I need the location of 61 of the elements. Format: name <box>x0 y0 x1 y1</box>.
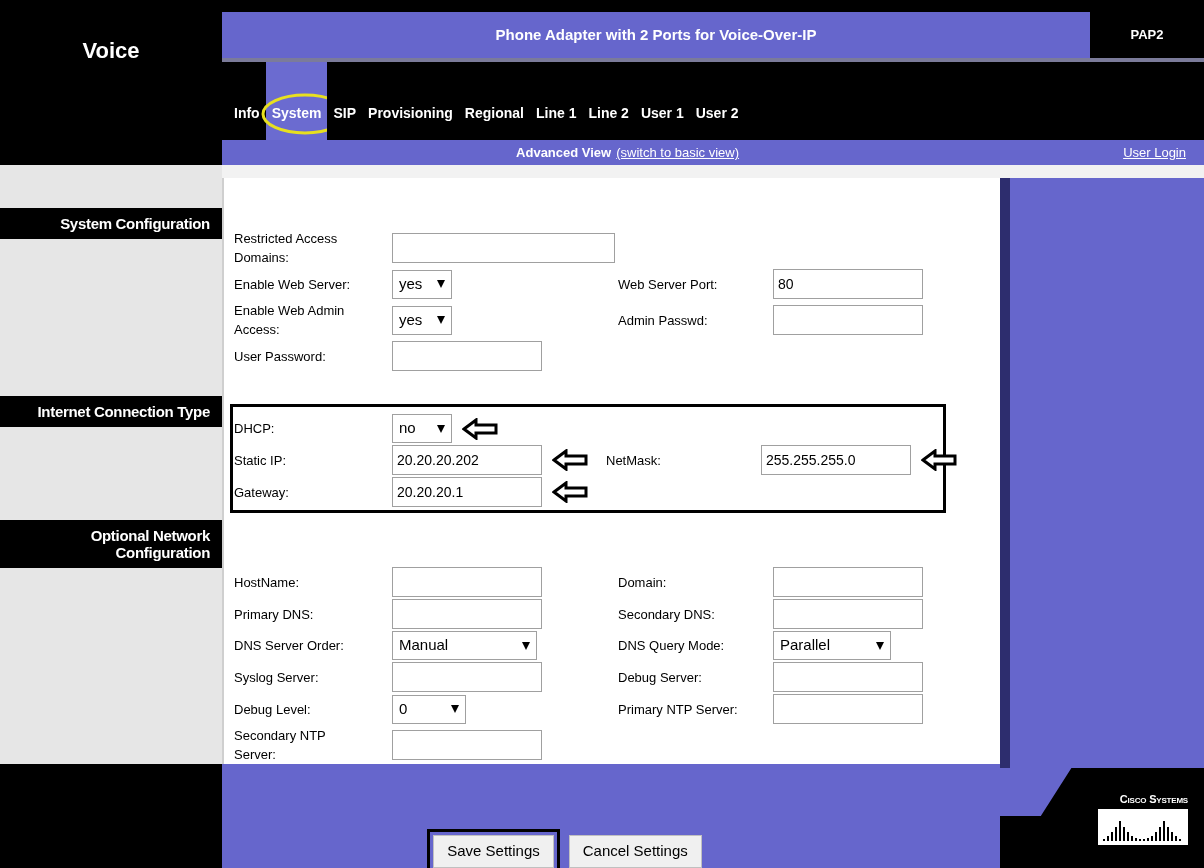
field-label: NetMask: <box>605 451 662 470</box>
field-label: DNS Query Mode: <box>617 637 726 655</box>
model-name: PAP2 <box>1130 26 1164 45</box>
dropdown[interactable]: Manual <box>392 631 537 660</box>
field-label: Gateway: <box>234 483 290 502</box>
section-title: Voice <box>82 37 140 65</box>
field-label: Static IP: <box>234 451 288 470</box>
dropdown[interactable]: yes <box>392 269 452 299</box>
caret-icon <box>522 641 530 650</box>
field-label: Web Server Port: <box>617 275 719 294</box>
text-field[interactable]: 20.20.20.202 <box>392 445 542 475</box>
field-label: Syslog Server: <box>234 668 320 687</box>
dropdown[interactable]: no <box>392 414 452 443</box>
text-field[interactable] <box>773 305 923 335</box>
text-field[interactable] <box>773 567 923 597</box>
caret-icon <box>437 424 445 433</box>
field-label: Debug Server: <box>617 668 703 687</box>
text-field[interactable]: 80 <box>773 269 923 299</box>
field-label: Primary DNS: <box>234 605 315 624</box>
section-heading: Internet Connection Type <box>36 402 210 422</box>
text-field[interactable] <box>392 567 542 597</box>
text-field[interactable] <box>773 694 923 724</box>
caret-icon <box>451 705 459 713</box>
text-field[interactable] <box>392 662 542 692</box>
field-label: Enable Web Server: <box>234 275 352 294</box>
view-label: Advanced View <box>516 143 612 162</box>
field-label: Enable Web Admin Access: <box>234 302 346 339</box>
section-heading: Optional Network Configuration <box>89 526 210 563</box>
field-label: Primary NTP Server: <box>617 700 739 719</box>
logo-text: Cisco Systems <box>1119 791 1188 807</box>
text-field[interactable] <box>773 662 923 692</box>
form-button[interactable]: Save Settings <box>433 835 554 868</box>
text-field[interactable] <box>392 341 542 371</box>
field-label: Restricted Access Domains: <box>234 230 339 267</box>
text-field[interactable] <box>392 233 615 263</box>
field-label: Debug Level: <box>234 700 312 719</box>
text-field[interactable] <box>392 730 542 760</box>
text-field[interactable]: 20.20.20.1 <box>392 477 542 507</box>
dropdown[interactable]: yes <box>392 305 452 335</box>
page-title: Phone Adapter with 2 Ports for Voice-Over-IP <box>495 24 817 45</box>
switch-view-link[interactable]: (switch to basic view) <box>616 142 740 163</box>
section-heading: System Configuration <box>59 214 210 234</box>
field-label: Secondary DNS: <box>617 605 716 624</box>
caret-icon <box>876 641 884 650</box>
field-label: DNS Server Order: <box>234 637 345 655</box>
field-label: Admin Passwd: <box>617 311 709 330</box>
caret-icon <box>437 280 445 288</box>
text-field[interactable]: 255.255.255.0 <box>761 445 911 475</box>
dropdown[interactable]: Parallel <box>773 631 891 660</box>
field-label: Secondary NTP Server: <box>234 727 327 764</box>
user-login-link[interactable]: User Login <box>1123 142 1204 163</box>
text-field[interactable] <box>392 599 542 629</box>
dropdown[interactable]: 0 <box>392 694 466 724</box>
field-label: HostName: <box>234 573 301 592</box>
form-button[interactable]: Cancel Settings <box>568 835 702 868</box>
field-label: Domain: <box>617 573 668 592</box>
caret-icon <box>437 316 445 324</box>
field-label: DHCP: <box>234 420 276 438</box>
text-field[interactable] <box>773 599 923 629</box>
bars-logo-icon <box>1098 809 1188 846</box>
field-label: User Password: <box>234 347 327 366</box>
